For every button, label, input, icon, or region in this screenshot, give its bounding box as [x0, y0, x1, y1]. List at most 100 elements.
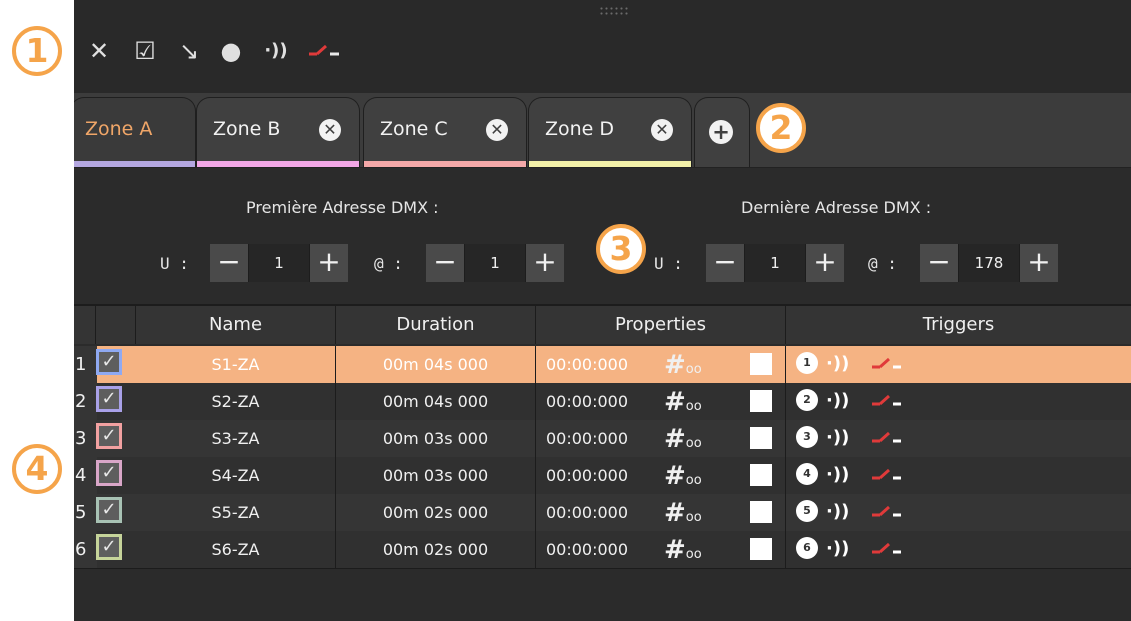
row-checkbox[interactable]: ✓	[96, 386, 122, 412]
row-checkbox[interactable]: ✓	[96, 349, 122, 375]
arrow-down-right-icon[interactable]: ↘	[172, 36, 206, 66]
first-u-value[interactable]: 1	[248, 244, 310, 282]
table-row[interactable]: 1 ✓ S1-ZA 00m 04s 000 00:00:000 #oo 1 ·))	[74, 346, 1131, 384]
header-duration[interactable]: Duration	[336, 306, 536, 344]
sequence-name[interactable]: S3-ZA	[136, 420, 336, 457]
sequence-duration[interactable]: 00m 02s 000	[336, 494, 536, 531]
last-dmx-title: Dernière Adresse DMX :	[741, 198, 932, 217]
sequence-name[interactable]: S2-ZA	[136, 383, 336, 420]
checkbox-icon[interactable]: ☑	[128, 36, 162, 66]
slope-icon[interactable]	[870, 460, 904, 490]
header-name[interactable]: Name	[136, 306, 336, 344]
trigger-number-icon[interactable]: 4	[796, 463, 818, 485]
slope-icon[interactable]	[870, 423, 904, 453]
sequence-duration[interactable]: 00m 03s 000	[336, 457, 536, 494]
table-row[interactable]: 3 ✓ S3-ZA 00m 03s 000 00:00:000 #oo 3 ·))	[74, 420, 1131, 458]
increment-button[interactable]: +	[1020, 244, 1058, 282]
col-check	[96, 306, 136, 344]
color-swatch[interactable]	[750, 390, 772, 412]
trigger-number-icon[interactable]: 1	[796, 352, 818, 374]
sequence-name[interactable]: S4-ZA	[136, 457, 336, 494]
row-checkbox[interactable]: ✓	[96, 460, 122, 486]
tab-close-icon[interactable]: ✕	[319, 119, 341, 141]
table-row[interactable]: 5 ✓ S5-ZA 00m 02s 000 00:00:000 #oo 5 ·))	[74, 494, 1131, 532]
slope-icon[interactable]	[870, 497, 904, 527]
sequence-duration[interactable]: 00m 04s 000	[336, 383, 536, 420]
hash-icon[interactable]: #oo	[664, 387, 702, 422]
toolbar: ✕ ☑ ↘ ● ·))	[74, 0, 1131, 93]
color-swatch[interactable]	[750, 464, 772, 486]
header-properties[interactable]: Properties	[536, 306, 786, 344]
sequence-time[interactable]: 00:00:000	[536, 383, 786, 420]
row-checkbox[interactable]: ✓	[96, 534, 122, 560]
increment-button[interactable]: +	[806, 244, 844, 282]
tab-close-icon[interactable]: ✕	[651, 119, 673, 141]
hash-icon[interactable]: #oo	[664, 424, 702, 459]
sequence-name[interactable]: S5-ZA	[136, 494, 336, 531]
sound-wave-icon[interactable]: ·))	[826, 386, 849, 416]
sequence-duration[interactable]: 00m 02s 000	[336, 531, 536, 568]
decrement-button[interactable]: −	[210, 244, 248, 282]
increment-button[interactable]: +	[310, 244, 348, 282]
trigger-number-icon[interactable]: 3	[796, 426, 818, 448]
trigger-number-icon[interactable]: 6	[796, 537, 818, 559]
header-triggers[interactable]: Triggers	[786, 306, 1131, 344]
table-row[interactable]: 4 ✓ S4-ZA 00m 03s 000 00:00:000 #oo 4 ·))	[74, 457, 1131, 495]
slope-icon[interactable]	[870, 534, 904, 564]
add-tab-button[interactable]: +	[694, 97, 750, 167]
color-swatch[interactable]	[750, 427, 772, 449]
hash-icon[interactable]: #oo	[664, 498, 702, 533]
hash-icon[interactable]: #oo	[664, 461, 702, 496]
color-swatch[interactable]	[750, 353, 772, 375]
sound-wave-icon[interactable]: ·))	[826, 349, 849, 379]
sequence-time[interactable]: 00:00:000	[536, 494, 786, 531]
slope-icon[interactable]	[870, 349, 904, 379]
sequence-duration[interactable]: 00m 04s 000	[336, 346, 536, 383]
first-at-stepper: − 1 +	[426, 244, 564, 282]
decrement-button[interactable]: −	[920, 244, 958, 282]
tab-zone-a[interactable]: Zone A	[74, 97, 196, 167]
decrement-button[interactable]: −	[706, 244, 744, 282]
decrement-button[interactable]: −	[426, 244, 464, 282]
sequence-duration[interactable]: 00m 03s 000	[336, 420, 536, 457]
row-checkbox[interactable]: ✓	[96, 423, 122, 449]
sequence-time[interactable]: 00:00:000	[536, 420, 786, 457]
trigger-number-icon[interactable]: 2	[796, 389, 818, 411]
table-row[interactable]: 2 ✓ S2-ZA 00m 04s 000 00:00:000 #oo 2 ·))	[74, 383, 1131, 421]
close-icon[interactable]: ✕	[82, 36, 116, 66]
color-swatch[interactable]	[750, 501, 772, 523]
slope-icon[interactable]	[304, 36, 344, 66]
color-swatch[interactable]	[750, 538, 772, 560]
first-dmx-title: Première Adresse DMX :	[246, 198, 439, 217]
callout-marker-1: 1	[12, 26, 62, 76]
slope-icon[interactable]	[870, 386, 904, 416]
sequence-time[interactable]: 00:00:000	[536, 531, 786, 568]
table-row[interactable]: 6 ✓ S6-ZA 00m 02s 000 00:00:000 #oo 6 ·))	[74, 531, 1131, 569]
sound-wave-icon[interactable]: ·))	[826, 534, 849, 564]
sequence-name[interactable]: S6-ZA	[136, 531, 336, 568]
increment-button[interactable]: +	[526, 244, 564, 282]
last-at-stepper: − 178 +	[920, 244, 1058, 282]
last-at-value[interactable]: 178	[958, 244, 1020, 282]
hash-icon[interactable]: #oo	[664, 535, 702, 570]
tab-zone-c[interactable]: Zone C ✕	[363, 97, 527, 167]
sequence-time[interactable]: 00:00:000	[536, 457, 786, 494]
trigger-number-icon[interactable]: 5	[796, 500, 818, 522]
row-checkbox[interactable]: ✓	[96, 497, 122, 523]
hash-icon[interactable]: #oo	[664, 350, 702, 385]
sound-wave-icon[interactable]: ·))	[826, 423, 849, 453]
first-u-stepper: − 1 +	[210, 244, 348, 282]
sound-wave-icon[interactable]: ·))	[256, 36, 296, 66]
sequence-name[interactable]: S1-ZA	[136, 346, 336, 383]
sound-wave-icon[interactable]: ·))	[826, 460, 849, 490]
tab-close-icon[interactable]: ✕	[486, 119, 508, 141]
row-number: 2	[74, 383, 97, 420]
last-u-value[interactable]: 1	[744, 244, 806, 282]
tab-zone-b[interactable]: Zone B ✕	[196, 97, 360, 167]
sound-wave-icon[interactable]: ·))	[826, 497, 849, 527]
drag-grip[interactable]	[599, 6, 629, 16]
record-icon[interactable]: ●	[214, 36, 248, 66]
sequence-time[interactable]: 00:00:000	[536, 346, 786, 383]
tab-zone-d[interactable]: Zone D ✕	[528, 97, 692, 167]
first-at-value[interactable]: 1	[464, 244, 526, 282]
